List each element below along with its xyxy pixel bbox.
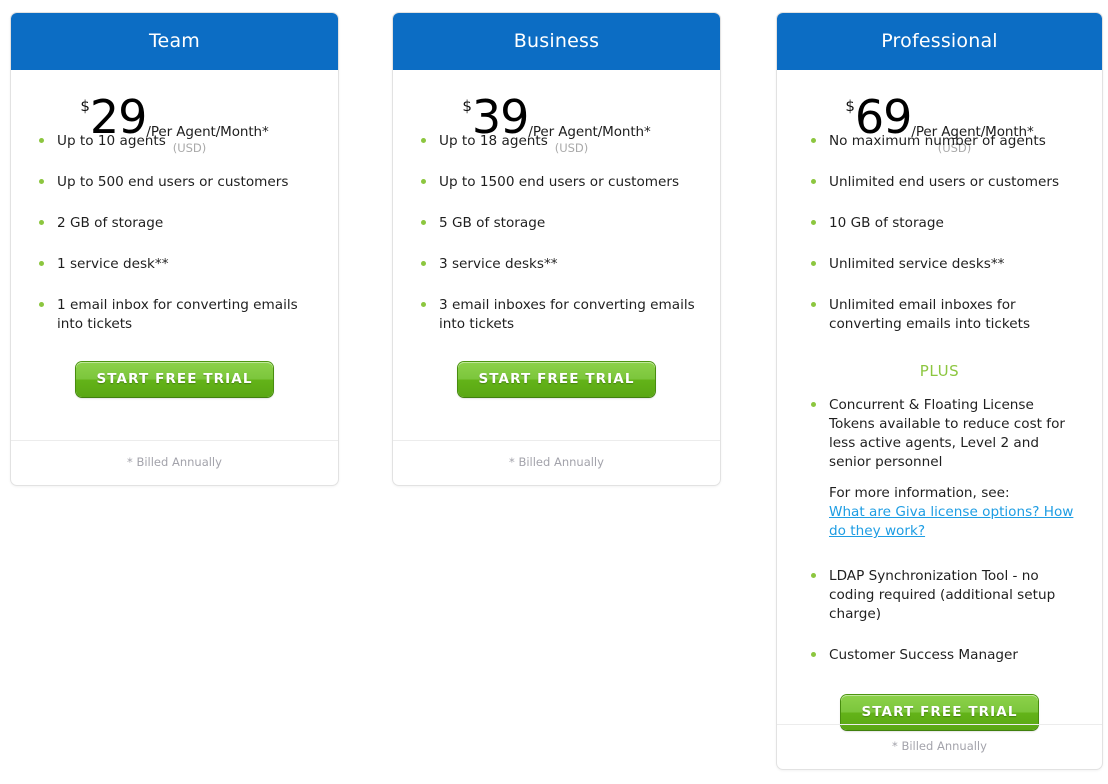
list-item: No maximum number of agents	[809, 132, 1082, 151]
feature-text: LDAP Synchronization Tool - no coding re…	[829, 568, 1056, 622]
billed-annually-note: * Billed Annually	[127, 455, 222, 469]
feature-text: Concurrent & Floating License Tokens ava…	[829, 397, 1065, 470]
price-block-team: $29/Per Agent/Month* (USD)	[27, 70, 322, 155]
bullet-dot-icon	[811, 179, 816, 184]
bullet-dot-icon	[811, 402, 816, 407]
list-item: 2 GB of storage	[37, 214, 318, 233]
list-item: Unlimited service desks**	[809, 255, 1082, 274]
bullet-dot-icon	[811, 220, 816, 225]
giva-license-options-link[interactable]: What are Giva license options? How do th…	[829, 504, 1073, 539]
cta-wrap-business: START FREE TRIAL	[409, 362, 704, 397]
list-item: Up to 1500 end users or customers	[419, 173, 700, 192]
list-item: 10 GB of storage	[809, 214, 1082, 233]
price-block-business: $39/Per Agent/Month* (USD)	[409, 70, 704, 155]
bullet-dot-icon	[421, 179, 426, 184]
list-item: 3 email inboxes for converting emails in…	[419, 296, 700, 334]
pricing-card-business: Business $39/Per Agent/Month* (USD) Up t…	[392, 12, 721, 486]
list-item: LDAP Synchronization Tool - no coding re…	[809, 567, 1082, 624]
bullet-dot-icon	[39, 261, 44, 266]
feature-text: Up to 10 agents	[57, 133, 166, 149]
more-info-label: For more information, see:	[829, 485, 1010, 501]
feature-text: Up to 18 agents	[439, 133, 548, 149]
feature-text: 3 email inboxes for converting emails in…	[439, 297, 695, 332]
billed-annually-note: * Billed Annually	[509, 455, 604, 469]
bullet-dot-icon	[811, 652, 816, 657]
list-item: Up to 500 end users or customers	[37, 173, 318, 192]
feature-text: 2 GB of storage	[57, 215, 164, 231]
feature-text: Unlimited end users or customers	[829, 174, 1060, 190]
start-free-trial-button[interactable]: START FREE TRIAL	[458, 362, 655, 397]
feature-text: 5 GB of storage	[439, 215, 546, 231]
bullet-dot-icon	[811, 573, 816, 578]
plan-body-professional: $69/Per Agent/Month* (USD) No maximum nu…	[777, 70, 1102, 730]
bullet-dot-icon	[39, 220, 44, 225]
list-item: 3 service desks**	[419, 255, 700, 274]
bullet-dot-icon	[811, 261, 816, 266]
feature-text: 3 service desks**	[439, 256, 558, 272]
bullet-dot-icon	[39, 138, 44, 143]
list-item: Unlimited email inboxes for converting e…	[809, 296, 1082, 334]
feature-text: Customer Success Manager	[829, 647, 1018, 663]
feature-text: Up to 500 end users or customers	[57, 174, 289, 190]
pricing-card-team: Team $29/Per Agent/Month* (USD) Up to 10…	[10, 12, 339, 486]
plus-feature-list: Concurrent & Floating License Tokens ava…	[793, 396, 1086, 665]
list-item: Up to 10 agents	[37, 132, 318, 151]
feature-list-professional: No maximum number of agents Unlimited en…	[793, 132, 1086, 334]
plan-body-team: $29/Per Agent/Month* (USD) Up to 10 agen…	[11, 70, 338, 397]
feature-text: Up to 1500 end users or customers	[439, 174, 680, 190]
list-item: Concurrent & Floating License Tokens ava…	[809, 396, 1082, 541]
list-item: Up to 18 agents	[419, 132, 700, 151]
plan-title-professional: Professional	[777, 13, 1102, 70]
start-free-trial-button[interactable]: START FREE TRIAL	[76, 362, 273, 397]
bullet-dot-icon	[421, 220, 426, 225]
bullet-dot-icon	[421, 302, 426, 307]
bullet-dot-icon	[811, 138, 816, 143]
feature-text: Unlimited email inboxes for converting e…	[829, 297, 1031, 332]
pricing-card-professional: Professional $69/Per Agent/Month* (USD) …	[776, 12, 1103, 770]
feature-text: 1 email inbox for converting emails into…	[57, 297, 298, 332]
list-item: Customer Success Manager	[809, 646, 1082, 665]
billed-annually-note: * Billed Annually	[892, 739, 987, 753]
bullet-dot-icon	[421, 138, 426, 143]
currency-symbol: $	[845, 97, 855, 115]
list-item: Unlimited end users or customers	[809, 173, 1082, 192]
pricing-page: Team $29/Per Agent/Month* (USD) Up to 10…	[0, 0, 1108, 784]
feature-text: 1 service desk**	[57, 256, 169, 272]
bullet-dot-icon	[39, 302, 44, 307]
list-item: 1 service desk**	[37, 255, 318, 274]
currency-symbol: $	[462, 97, 472, 115]
card-footer-professional: * Billed Annually	[777, 724, 1102, 769]
plan-body-business: $39/Per Agent/Month* (USD) Up to 18 agen…	[393, 70, 720, 397]
list-item: 5 GB of storage	[419, 214, 700, 233]
currency-symbol: $	[80, 97, 90, 115]
plan-title-team: Team	[11, 13, 338, 70]
more-info-block: For more information, see: What are Giva…	[829, 484, 1082, 541]
plus-section-heading: PLUS	[919, 362, 960, 380]
card-footer-business: * Billed Annually	[393, 440, 720, 485]
feature-list-team: Up to 10 agents Up to 500 end users or c…	[27, 132, 322, 334]
bullet-dot-icon	[421, 261, 426, 266]
feature-text: 10 GB of storage	[829, 215, 944, 231]
cta-wrap-team: START FREE TRIAL	[27, 362, 322, 397]
plan-title-business: Business	[393, 13, 720, 70]
feature-list-business: Up to 18 agents Up to 1500 end users or …	[409, 132, 704, 334]
price-block-professional: $69/Per Agent/Month* (USD)	[793, 70, 1086, 155]
bullet-dot-icon	[811, 302, 816, 307]
card-footer-team: * Billed Annually	[11, 440, 338, 485]
feature-text: Unlimited service desks**	[829, 256, 1005, 272]
feature-text: No maximum number of agents	[829, 133, 1046, 149]
list-item: 1 email inbox for converting emails into…	[37, 296, 318, 334]
bullet-dot-icon	[39, 179, 44, 184]
